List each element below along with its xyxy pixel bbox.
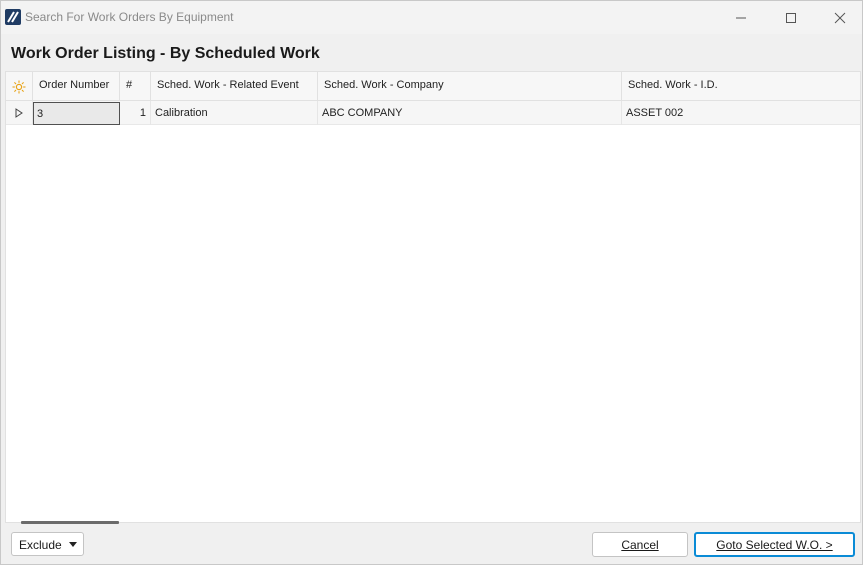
- cell-number[interactable]: 1: [120, 101, 151, 125]
- window-title: Search For Work Orders By Equipment: [25, 10, 234, 24]
- close-button[interactable]: [815, 1, 863, 34]
- column-header-id[interactable]: Sched. Work - I.D.: [622, 72, 860, 101]
- expand-triangle-icon: [15, 108, 23, 118]
- title-bar: Search For Work Orders By Equipment: [1, 1, 862, 34]
- sun-settings-icon: [12, 80, 26, 93]
- cell-order-number[interactable]: 3: [33, 102, 120, 125]
- column-header-related-event[interactable]: Sched. Work - Related Event: [151, 72, 318, 101]
- page-title: Work Order Listing - By Scheduled Work: [11, 45, 320, 62]
- maximize-button[interactable]: [766, 1, 816, 34]
- column-header-number[interactable]: #: [120, 72, 151, 101]
- cell-company[interactable]: ABC COMPANY: [318, 101, 622, 125]
- close-icon: [834, 12, 846, 23]
- cell-id[interactable]: ASSET 002: [622, 101, 860, 125]
- goto-selected-wo-button[interactable]: Goto Selected W.O. >: [694, 532, 855, 557]
- grid-header: Order Number # Sched. Work - Related Eve…: [6, 72, 860, 101]
- column-header-order-number[interactable]: Order Number: [33, 72, 120, 101]
- horizontal-scrollbar[interactable]: [21, 521, 119, 524]
- maximize-icon: [786, 12, 796, 23]
- chevron-down-icon: [69, 542, 77, 547]
- work-order-grid[interactable]: Order Number # Sched. Work - Related Eve…: [5, 71, 861, 524]
- minimize-button[interactable]: [716, 1, 766, 34]
- cancel-button[interactable]: Cancel: [592, 532, 688, 557]
- column-settings-button[interactable]: [6, 72, 33, 101]
- exclude-dropdown[interactable]: Exclude: [11, 532, 84, 556]
- column-header-company[interactable]: Sched. Work - Company: [318, 72, 622, 101]
- app-logo-icon: [5, 9, 21, 25]
- dialog-window: Search For Work Orders By Equipment Work…: [0, 0, 863, 565]
- minimize-icon: [736, 17, 746, 18]
- cell-related-event[interactable]: Calibration: [151, 101, 318, 125]
- exclude-label: Exclude: [19, 538, 62, 552]
- row-expand-button[interactable]: [6, 101, 33, 125]
- table-row[interactable]: 3 1 Calibration ABC COMPANY ASSET 002: [6, 101, 860, 125]
